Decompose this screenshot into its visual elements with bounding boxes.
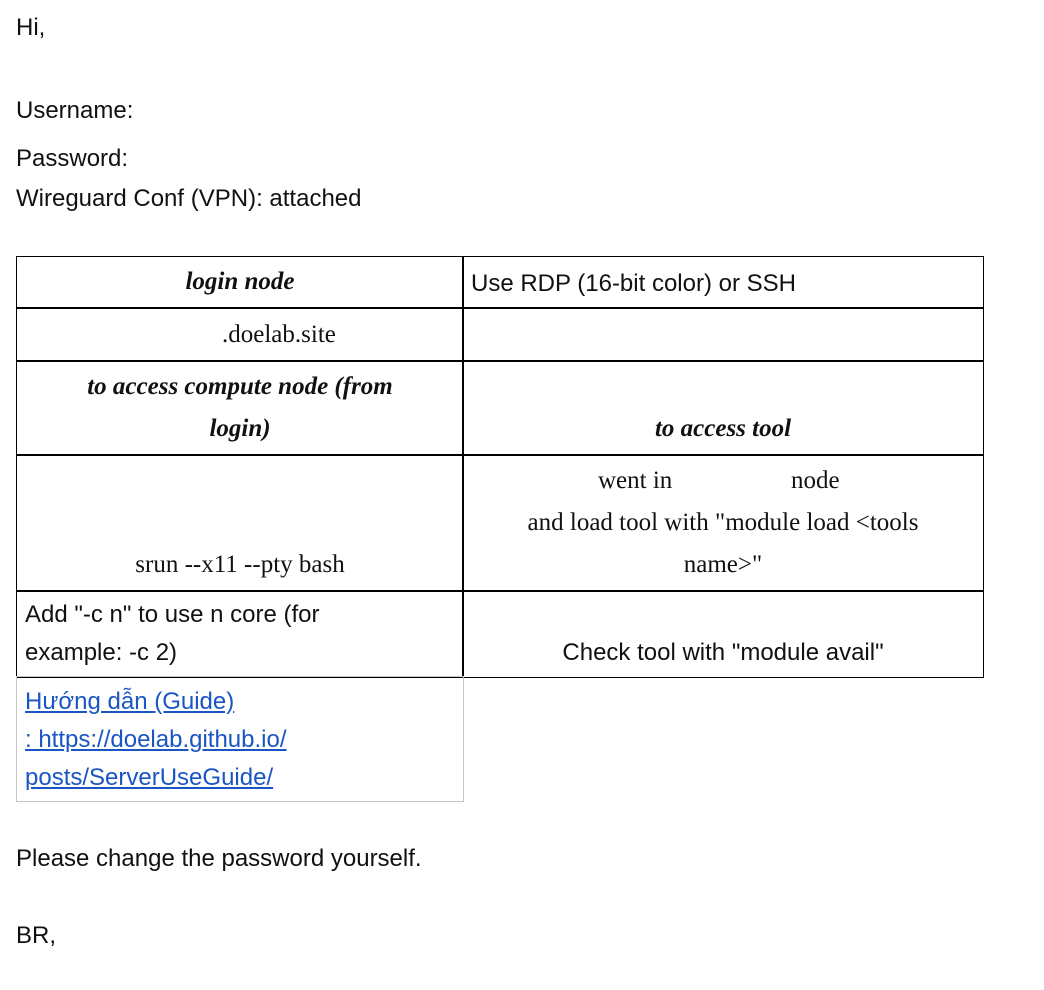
table-cell-empty — [462, 307, 984, 362]
table-cell-load-tool: went in node and load tool with "module … — [462, 454, 984, 592]
tool-heading: to access tool — [654, 415, 792, 442]
went-in-text: went in — [598, 467, 673, 494]
node-text: node — [791, 467, 840, 494]
table-cell-guide: Hướng dẫn (Guide) : https://doelab.githu… — [16, 676, 464, 802]
table-cell-tool-heading: to access tool — [462, 360, 984, 456]
greeting: Hi, — [16, 14, 46, 41]
host-domain: .doelab.site — [222, 321, 336, 348]
load-tool-line: and load tool with "module load <tools — [527, 509, 919, 536]
core-hint-line2: example: -c 2) — [25, 639, 178, 666]
password-label: Password: — [16, 145, 129, 172]
login-node-heading: login node — [185, 268, 295, 295]
table-cell-compute-heading: to access compute node (from login) — [16, 360, 464, 456]
signoff: BR, — [16, 922, 57, 949]
rdp-ssh-text: Use RDP (16-bit color) or SSH — [471, 270, 796, 297]
vpn-line: Wireguard Conf (VPN): attached — [16, 185, 362, 212]
guide-link-line3[interactable]: posts/ServerUseGuide/ — [25, 759, 273, 797]
table-cell-login-node: login node — [16, 256, 464, 309]
guide-link-line1[interactable]: Hướng dẫn (Guide) — [25, 683, 234, 721]
compute-heading-line1: to access compute node (from — [87, 373, 393, 400]
table-cell-rdp: Use RDP (16-bit color) or SSH — [462, 256, 984, 309]
table-cell-core-hint: Add "-c n" to use n core (for example: -… — [16, 590, 464, 678]
srun-command: srun --x11 --pty bash — [135, 551, 345, 578]
module-avail-text: Check tool with "module avail" — [562, 639, 884, 666]
compute-heading-line2: login) — [209, 415, 271, 442]
table-cell-module-avail: Check tool with "module avail" — [462, 590, 984, 678]
table-cell-srun: srun --x11 --pty bash — [16, 454, 464, 592]
table-cell-host: .doelab.site — [16, 307, 464, 362]
core-hint-line1: Add "-c n" to use n core (for — [25, 601, 320, 628]
load-tool-line-end: name>" — [683, 551, 763, 578]
guide-link-line2[interactable]: : https://doelab.github.io/ — [25, 721, 287, 759]
change-password-note: Please change the password yourself. — [16, 845, 422, 872]
username-label: Username: — [16, 97, 134, 124]
